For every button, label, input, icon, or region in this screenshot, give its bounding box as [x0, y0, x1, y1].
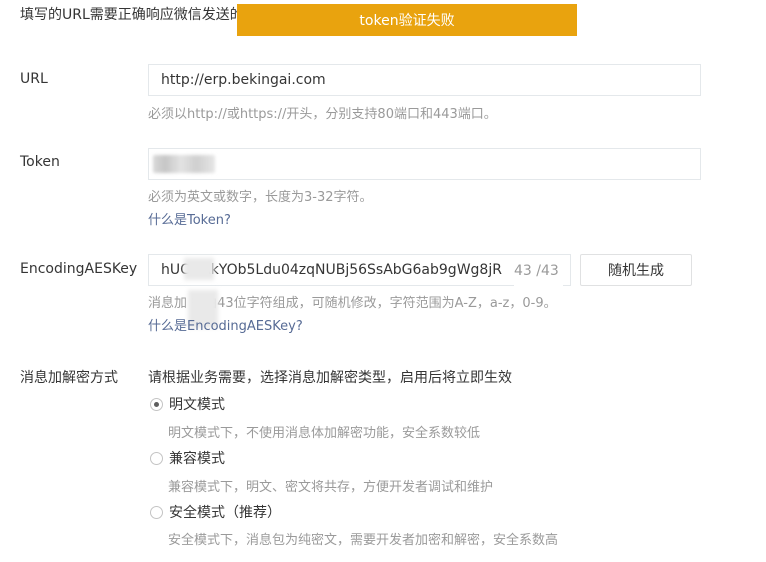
error-toast: token验证失败	[237, 4, 577, 36]
what-is-aes-key-link[interactable]: 什么是EncodingAESKey?	[148, 315, 303, 334]
encryption-mode-label: 消息加解密方式	[20, 370, 118, 386]
radio-secure-mode[interactable]: 安全模式（推荐）	[150, 502, 281, 522]
plaintext-mode-label: 明文模式	[169, 397, 225, 413]
encryption-mode-description: 请根据业务需要，选择消息加解密类型，启用后将立即生效	[148, 370, 512, 386]
secure-mode-hint: 安全模式下，消息包为纯密文，需要开发者加密和解密，安全系数高	[168, 533, 559, 548]
aes-key-char-counter: 43 /43	[514, 256, 563, 286]
url-label: URL	[20, 71, 48, 87]
token-input[interactable]	[148, 148, 701, 180]
compatible-mode-hint: 兼容模式下，明文、密文将共存，方便开发者调试和维护	[168, 480, 494, 495]
secure-mode-label: 安全模式（推荐）	[169, 505, 281, 521]
url-hint: 必须以http://或https://开头，分别支持80端口和443端口。	[148, 107, 497, 122]
radio-compatible-mode[interactable]: 兼容模式	[150, 448, 225, 468]
plaintext-mode-hint: 明文模式下，不使用消息体加解密功能，安全系数较低	[168, 426, 481, 441]
aes-key-label: EncodingAESKey	[20, 261, 138, 277]
radio-checked-icon[interactable]	[150, 397, 163, 411]
aes-key-redaction	[184, 258, 214, 280]
generate-random-button[interactable]: 随机生成	[580, 254, 692, 286]
radio-unchecked-icon[interactable]	[150, 505, 163, 519]
url-input-value: http://erp.bekingai.com	[161, 72, 326, 88]
what-is-token-link[interactable]: 什么是Token?	[148, 209, 231, 228]
token-label: Token	[20, 154, 60, 170]
compatible-mode-label: 兼容模式	[169, 451, 225, 467]
token-hint: 必须为英文或数字，长度为3-32字符。	[148, 190, 373, 205]
token-redacted-value	[153, 155, 215, 173]
url-input[interactable]: http://erp.bekingai.com	[148, 64, 701, 96]
form-intro-text: 填写的URL需要正确响应微信发送的	[20, 7, 244, 23]
radio-unchecked-icon[interactable]	[150, 451, 163, 465]
radio-plaintext-mode[interactable]: 明文模式	[150, 394, 225, 414]
